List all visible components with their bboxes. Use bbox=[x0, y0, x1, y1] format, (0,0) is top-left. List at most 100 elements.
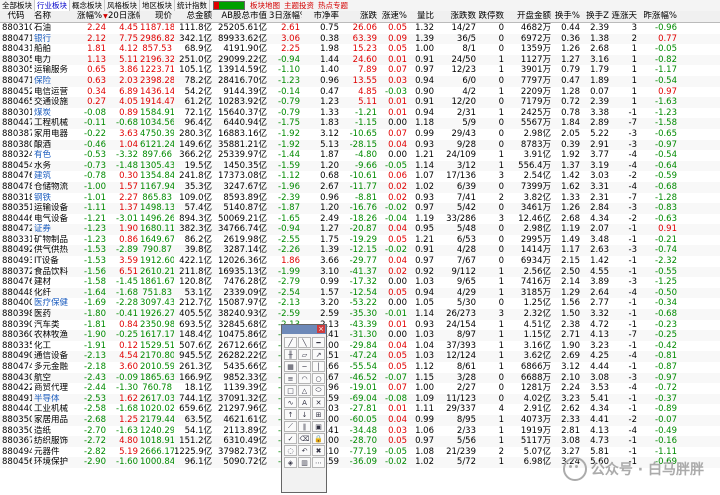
tab-4[interactable]: 地区板块 bbox=[140, 0, 175, 11]
table-row[interactable]: 880331 矿物制品 -1.23 0.86 1649.67 86.2亿 2619.98亿 -… bbox=[0, 235, 720, 246]
table-row[interactable]: 880350家居用品 -2.68 1.252179.44 63.5亿 4621.61亿 -… bbox=[0, 414, 720, 426]
table-row[interactable]: 880447 工程机械 -0.11 -0.68 1034.56 96.4亿 6440.94亿… bbox=[0, 118, 720, 129]
table-row[interactable]: 880474 多元金融 -2.18 3.60 2010.59 261.3亿 5435.66亿… bbox=[0, 362, 720, 373]
column-header[interactable]: AB股总市值 bbox=[214, 11, 269, 22]
table-row[interactable]: 880493 IT设备 -1.53 3.59 1912.60 422.1亿 12026.36… bbox=[0, 256, 720, 267]
column-header[interactable]: 涨跌 bbox=[341, 11, 379, 22]
tab-0[interactable]: 全部板块 bbox=[0, 0, 35, 11]
arrow-icon[interactable]: ↗ bbox=[312, 349, 325, 360]
column-header[interactable]: 换手% bbox=[553, 11, 582, 22]
table-row[interactable]: 880430航空 -2.43 -0.091865.63 166.9亿 9852.33亿 -… bbox=[0, 372, 720, 384]
cycle-icon[interactable]: ∥ bbox=[298, 421, 311, 432]
table-row[interactable]: 880448 化纤 -1.64 -1.68 751.83 53.1亿 2339.09亿 -2.… bbox=[0, 287, 720, 299]
table-row[interactable]: 880431 船舶 1.81 4.12 857.53 68.9亿 4191.90亿 2.25 1… bbox=[0, 44, 720, 55]
rect-icon[interactable]: □ bbox=[284, 385, 297, 396]
column-header[interactable]: 名称 bbox=[32, 11, 77, 22]
column-header[interactable]: 现价 bbox=[140, 11, 174, 22]
lock-icon[interactable]: 🔒 bbox=[312, 433, 325, 444]
undo-icon[interactable]: ↶ bbox=[298, 445, 311, 456]
column-header[interactable]: 开盘金额 bbox=[506, 11, 553, 22]
table-row[interactable]: 880452 电信运营 0.34 6.89 1436.14 54.2亿 9144.39亿 -0… bbox=[0, 87, 720, 98]
tab-5[interactable]: 统计指数 bbox=[175, 0, 210, 11]
wave-icon[interactable]: ∿ bbox=[284, 397, 297, 408]
tab-2[interactable]: 概念板块 bbox=[70, 0, 105, 11]
table-row[interactable]: 880490 通信设备 -2.13 4.54 2170.80 945.5亿 26282.22… bbox=[0, 351, 720, 362]
table-row[interactable]: 880310 石油 2.24 4.45 1187.18 111.8亿 25205.61亿 2.… bbox=[0, 23, 720, 34]
table-row[interactable]: 880494 元器件 -2.82 5.19 2666.17 1225.9亿 37982.73… bbox=[0, 447, 720, 458]
ellipse-icon[interactable]: ⬭ bbox=[312, 385, 325, 396]
table-row[interactable]: 880492 供气供热 -1.53 -2.89 790.87 39.8亿 3287.14亿 -… bbox=[0, 245, 720, 257]
table-row[interactable]: 880351 运输设备 -1.11 1.37 1498.13 57.4亿 5140.87亿 -… bbox=[0, 203, 720, 214]
table-row[interactable]: 880454 水务 -0.73 -1.48 1305.43 19.5亿 1450.35亿 -1… bbox=[0, 160, 720, 172]
text-icon[interactable]: A bbox=[298, 397, 311, 408]
ray-icon[interactable]: ╲ bbox=[298, 337, 311, 348]
more-icon[interactable]: ⋯ bbox=[312, 457, 325, 468]
table-row[interactable]: 880380 酿酒 -0.46 1.04 6121.24 149.6亿 35881.21亿 -… bbox=[0, 139, 720, 151]
table-row[interactable]: 880476 建筑 -0.78 0.30 1354.84 241.8亿 17373.08亿 -… bbox=[0, 171, 720, 182]
table-row[interactable]: 880398 医药 -1.80 -0.41 1926.27 405.5亿 38240.93亿… bbox=[0, 309, 720, 320]
table-row[interactable]: 880318 钢铁 -1.01 2.27 865.83 109.0亿 8593.89亿 -2.… bbox=[0, 193, 720, 204]
circle-icon[interactable]: ○ bbox=[312, 373, 325, 384]
column-header[interactable]: 连涨天 bbox=[611, 11, 639, 22]
table-row[interactable]: 880491 半导体 -2.53 1.62 2617.03 744.1亿 37091.32亿… bbox=[0, 393, 720, 405]
gann-icon[interactable]: ⊞ bbox=[312, 409, 325, 420]
table-row[interactable]: 880476 建材 -1.58 -1.45 1861.67 120.8亿 7476.28亿 -… bbox=[0, 277, 720, 288]
fib-icon[interactable]: ≡ bbox=[284, 373, 297, 384]
table-row[interactable]: 880390 汽车类 -1.81 0.84 2350.98 693.5亿 32845.68亿… bbox=[0, 320, 720, 331]
table-row[interactable]: 880446 电气设备 -1.21 -3.01 1496.26 894.3亿 50069.2… bbox=[0, 214, 720, 225]
table-row[interactable]: 880367 纺织服饰 -2.72 4.80 1018.91 151.2亿 6310.49亿… bbox=[0, 436, 720, 447]
column-header[interactable]: 涨速% bbox=[379, 11, 409, 22]
column-header[interactable]: 量比 bbox=[409, 11, 436, 22]
column-header[interactable]: 代码 bbox=[0, 11, 32, 22]
tab-1[interactable]: 行业板块 bbox=[35, 0, 70, 11]
triangle-icon[interactable]: △ bbox=[298, 385, 311, 396]
hline-icon[interactable]: ─ bbox=[298, 361, 311, 372]
table-row[interactable]: 880471 保险 0.63 2.03 2398.28 78.2亿 28416.70亿 -1.… bbox=[0, 75, 720, 87]
column-header[interactable]: 市净率 bbox=[302, 11, 341, 22]
table-row[interactable]: 880335化工 -1.91 0.121529.51 507.6亿 26712.66亿 -… bbox=[0, 341, 720, 352]
speed-icon[interactable]: ⟋ bbox=[284, 421, 297, 432]
column-header[interactable]: 跌停数 bbox=[478, 11, 506, 22]
channel-icon[interactable]: ▱ bbox=[298, 349, 311, 360]
tab-right-1[interactable]: 主题投资 bbox=[282, 0, 316, 11]
palette-titlebar[interactable]: × bbox=[282, 325, 326, 334]
column-header[interactable]: 3日涨幅% bbox=[269, 11, 302, 22]
vline-icon[interactable]: │ bbox=[312, 361, 325, 372]
table-row[interactable]: 880387 家用电器 -0.22 3.63 4750.39 280.3亿 16883.16… bbox=[0, 129, 720, 140]
line-icon[interactable]: ╱ bbox=[284, 337, 297, 348]
table-row[interactable]: 880472 证券 -1.23 1.90 1680.11 382.3亿 34766.74亿 -… bbox=[0, 224, 720, 235]
column-header[interactable]: 昨涨幅% bbox=[639, 11, 679, 22]
table-row[interactable]: 880422商贸代理 -2.44 -1.30 760.78 18.1亿 1139.39亿 -… bbox=[0, 383, 720, 394]
table-row[interactable]: 880471 银行 2.12 7.75 2986.82 342.1亿 89933.62亿 3.… bbox=[0, 33, 720, 45]
column-header[interactable]: 换手Z bbox=[582, 11, 611, 22]
table-row[interactable]: 880478 仓储物流 -1.00 1.57 1167.94 35.3亿 3247.67亿 -… bbox=[0, 181, 720, 193]
palette-close-icon[interactable]: × bbox=[317, 325, 325, 333]
table-row[interactable]: 880456 环境保护 -2.90 -1.60 1000.84 96.1亿 5090.72亿… bbox=[0, 457, 720, 468]
table-row[interactable]: 880372 食品饮料 -1.56 6.51 2610.21 211.8亿 16935.13… bbox=[0, 266, 720, 278]
down-arrow-icon[interactable]: ↓ bbox=[298, 409, 311, 420]
column-header[interactable]: 20日涨幅% bbox=[108, 11, 140, 22]
column-header[interactable]: 总金额 bbox=[174, 11, 214, 22]
clear-icon[interactable]: ▥ bbox=[298, 457, 311, 468]
tab-3[interactable]: 风格板块 bbox=[105, 0, 140, 11]
close-tool-icon[interactable]: ✖ bbox=[312, 445, 325, 456]
table-row[interactable]: 880301 煤炭 -0.08 0.89 1584.91 72.1亿 15640.37亿 -0… bbox=[0, 108, 720, 119]
parallel-icon[interactable]: ╫ bbox=[284, 349, 297, 360]
mark-icon[interactable]: ✓ bbox=[284, 433, 297, 444]
table-row[interactable]: 880305 电力 1.13 5.11 2196.32 251.0亿 29099.22亿 -0… bbox=[0, 54, 720, 66]
column-header[interactable]: 涨跌数 bbox=[436, 11, 478, 22]
arc-icon[interactable]: ◠ bbox=[298, 373, 311, 384]
table-row[interactable]: 880305 运输服务 0.65 3.86 1223.71 105.1亿 13914.59亿… bbox=[0, 65, 720, 76]
tab-right-0[interactable]: 板块地图 bbox=[248, 0, 282, 11]
table-row[interactable]: 880360 农林牧渔 -1.90 -0.25 1617.17 148.4亿 10475.8… bbox=[0, 330, 720, 341]
column-header[interactable]: 涨幅%▼ bbox=[77, 11, 108, 22]
cross-icon[interactable]: ✕ bbox=[312, 397, 325, 408]
drawing-tool-palette[interactable]: × ╱ ╲ ━ ╫ ▱ ↗ ▦ ─ │ ≡ ◠ ○ □ △ ⬭ ∿ A ✕ ↑ ↓ ⊞ ⟋ ∥ ▣ ✓ ⌫ 🔒 ◌ ↶ ✖ ◈ ▥ ⋯ bbox=[281, 324, 327, 493]
box-icon[interactable]: ▣ bbox=[312, 421, 325, 432]
table-row[interactable]: 880400 医疗保健 -1.69 -2.28 3097.43 212.7亿 15087.9… bbox=[0, 298, 720, 309]
hide-icon[interactable]: ◌ bbox=[284, 445, 297, 456]
stamp-icon[interactable]: ◈ bbox=[284, 457, 297, 468]
tab-right-2[interactable]: 热点专题 bbox=[316, 0, 350, 11]
up-arrow-icon[interactable]: ↑ bbox=[284, 409, 297, 420]
grid-icon[interactable]: ▦ bbox=[284, 361, 297, 372]
